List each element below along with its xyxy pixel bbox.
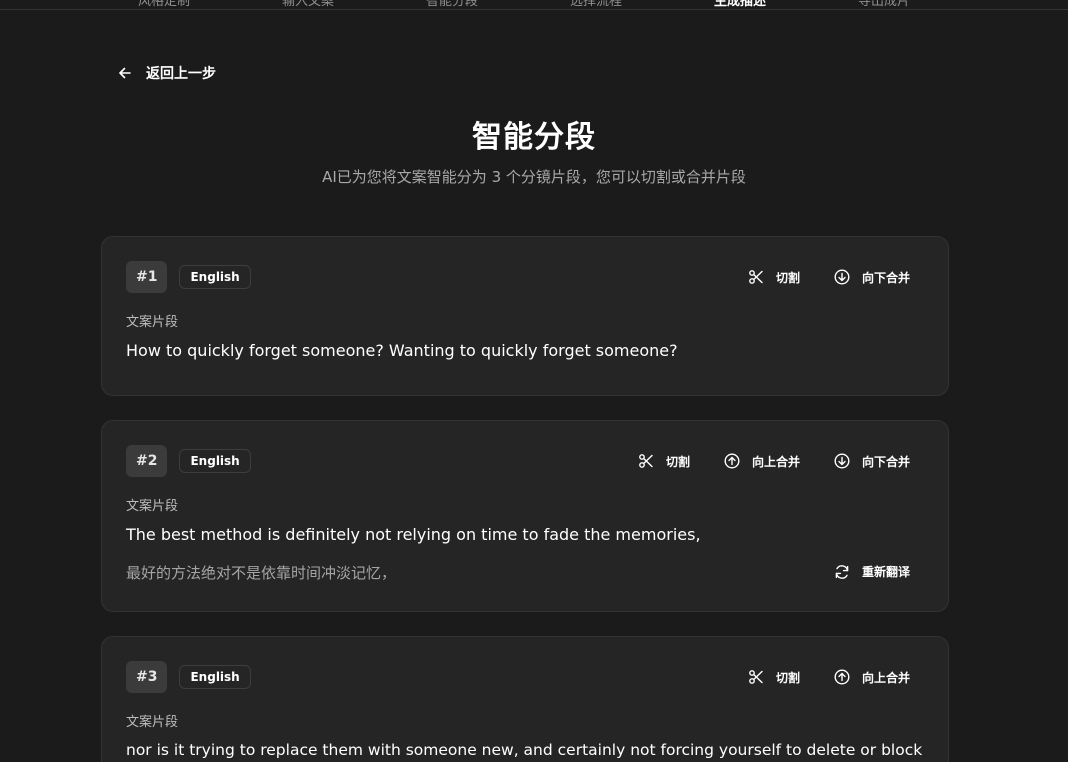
segment-header: #1 English — [126, 261, 251, 293]
segment-actions: 切割 向上合并 向下合并 — [638, 451, 910, 471]
arrow-up-circle-icon — [724, 453, 740, 469]
scissors-icon — [748, 269, 764, 285]
step-style-custom[interactable]: 风格定制 — [109, 0, 219, 10]
segment-card-3: #3 English 切割 向上合并 文案片段 nor is it trying… — [101, 636, 949, 762]
merge-down-label: 向下合并 — [861, 270, 910, 285]
merge-down-button[interactable]: 向下合并 — [834, 453, 910, 470]
segment-header: #2 English — [126, 445, 251, 477]
segment-actions: 切割 向上合并 — [748, 667, 910, 687]
scissors-icon — [748, 669, 764, 685]
step-smart-segment[interactable]: 智能分段 — [397, 0, 507, 10]
segment-text[interactable]: nor is it trying to replace them with so… — [126, 741, 924, 759]
step-generate-description[interactable]: 生成描述 — [685, 0, 795, 10]
cut-label: 切割 — [775, 670, 800, 685]
segment-card-1: #1 English 切割 向下合并 文案片段 How to quickly f… — [101, 236, 949, 396]
arrow-left-icon — [118, 66, 132, 80]
page: 风格定制 输入文案 智能分段 选择流程 生成描述 导出成片 返回上一步 智能分段… — [0, 0, 1068, 762]
page-title: 智能分段 — [472, 120, 596, 155]
arrow-up-circle-icon — [834, 669, 850, 685]
refresh-icon — [834, 564, 850, 580]
segment-number-badge: #1 — [126, 261, 168, 293]
merge-down-label: 向下合并 — [861, 454, 910, 469]
segment-header: #3 English — [126, 661, 251, 693]
merge-down-button[interactable]: 向下合并 — [834, 269, 910, 286]
segment-text[interactable]: The best method is definitely not relyin… — [126, 525, 924, 544]
segment-field-label: 文案片段 — [126, 315, 179, 330]
segment-field-label: 文案片段 — [126, 715, 179, 730]
cut-button[interactable]: 切割 — [748, 269, 800, 286]
stepper: 风格定制 输入文案 智能分段 选择流程 生成描述 导出成片 — [0, 0, 1068, 10]
merge-up-button[interactable]: 向上合并 — [724, 453, 800, 470]
merge-up-label: 向上合并 — [751, 454, 800, 469]
arrow-down-circle-icon — [834, 269, 850, 285]
cut-button[interactable]: 切割 — [748, 669, 800, 686]
retranslate-label: 重新翻译 — [861, 565, 910, 579]
cut-label: 切割 — [665, 454, 690, 469]
arrow-down-circle-icon — [834, 453, 850, 469]
back-label: 返回上一步 — [146, 66, 216, 82]
step-choose-flow[interactable]: 选择流程 — [541, 0, 651, 10]
cut-label: 切割 — [775, 270, 800, 285]
page-subtitle: AI已为您将文案智能分为 3 个分镜片段，您可以切割或合并片段 — [322, 168, 746, 186]
back-button[interactable]: 返回上一步 — [118, 62, 216, 84]
language-badge[interactable]: English — [179, 665, 251, 689]
segment-actions: 切割 向下合并 — [748, 267, 910, 287]
segment-translation: 最好的方法绝对不是依靠时间冲淡记忆， — [126, 564, 397, 582]
step-input-copy[interactable]: 输入文案 — [253, 0, 363, 10]
language-badge[interactable]: English — [179, 265, 251, 289]
language-badge[interactable]: English — [179, 449, 251, 473]
segment-field-label: 文案片段 — [126, 499, 179, 514]
segment-text[interactable]: How to quickly forget someone? Wanting t… — [126, 341, 924, 360]
retranslate-button[interactable]: 重新翻译 — [834, 563, 910, 580]
segment-number-badge: #2 — [126, 445, 168, 477]
cut-button[interactable]: 切割 — [638, 453, 690, 470]
merge-up-label: 向上合并 — [861, 670, 910, 685]
merge-up-button[interactable]: 向上合并 — [834, 669, 910, 686]
scissors-icon — [638, 453, 654, 469]
segment-number-badge: #3 — [126, 661, 168, 693]
segment-card-2: #2 English 切割 向上合并 向下合并 文案片段 The best me… — [101, 420, 949, 612]
step-export-video[interactable]: 导出成片 — [829, 0, 939, 10]
